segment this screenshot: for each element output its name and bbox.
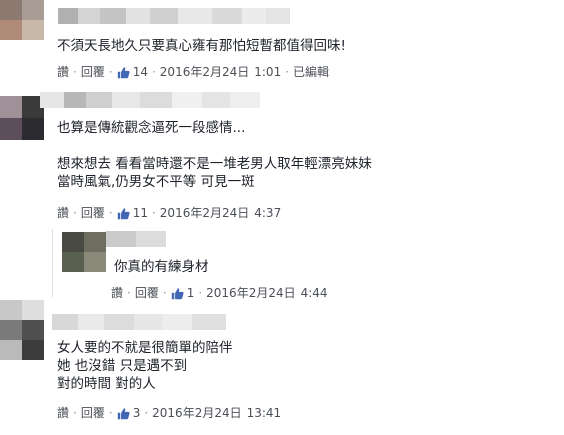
like-button[interactable]: 讚 [57,405,69,421]
commenter-name-blurred[interactable] [40,92,260,108]
comment-text: 你真的有練身材 [114,259,209,275]
comment-text: 不須天長地久只要真心雍有那怕短暫都值得回味! [57,38,346,54]
thumbs-up-icon[interactable] [117,407,130,420]
commenter-name-blurred[interactable] [52,314,226,330]
comment-actions: 讚 · 回覆 · 3 · 2016年2月24日 13:41 [57,405,282,421]
like-count[interactable]: 3 [133,405,141,421]
avatar-pixelated[interactable] [0,0,44,40]
comment-date[interactable]: 2016年2月24日 [160,205,249,221]
like-count[interactable]: 11 [133,205,148,221]
comment-actions: 讚 · 回覆 · 14 · 2016年2月24日 1:01 · 已編輯 [57,64,330,80]
avatar-pixelated[interactable] [0,96,44,140]
like-button[interactable]: 讚 [57,205,69,221]
avatar-pixelated[interactable] [62,232,106,272]
reply-button[interactable]: 回覆 [81,205,105,221]
comment-date[interactable]: 2016年2月24日 [160,64,249,80]
thumbs-up-icon[interactable] [117,207,130,220]
like-count[interactable]: 1 [187,285,195,301]
comment-date[interactable]: 2016年2月24日 [206,285,295,301]
like-button[interactable]: 讚 [111,285,123,301]
comment-time[interactable]: 13:41 [247,405,282,421]
reply-button[interactable]: 回覆 [81,405,105,421]
comment-actions: 讚 · 回覆 · 11 · 2016年2月24日 4:37 [57,205,282,221]
edited-label[interactable]: 已編輯 [293,64,329,80]
comment-time[interactable]: 4:37 [254,205,281,221]
reply-button[interactable]: 回覆 [135,285,159,301]
comment-actions: 讚 · 回覆 · 1 · 2016年2月24日 4:44 [111,285,328,301]
comment-date[interactable]: 2016年2月24日 [152,405,241,421]
commenter-name-blurred[interactable] [58,8,290,24]
comment-time[interactable]: 1:01 [254,64,281,80]
thumbs-up-icon[interactable] [171,287,184,300]
reply-button[interactable]: 回覆 [81,64,105,80]
comment-text: 也算是傳統觀念逼死一段感情... 想來想去 看看當時還不是一堆老男人取年輕漂亮妹… [57,120,372,190]
commenter-name-blurred[interactable] [106,231,166,247]
reply-thread-line [52,229,53,297]
avatar-pixelated[interactable] [0,300,44,360]
thumbs-up-icon[interactable] [117,66,130,79]
comment-text: 女人要的不就是很簡單的陪伴 她 也沒錯 只是遇不到 對的時間 對的人 [57,340,233,392]
comment-time[interactable]: 4:44 [301,285,328,301]
like-button[interactable]: 讚 [57,64,69,80]
like-count[interactable]: 14 [133,64,148,80]
